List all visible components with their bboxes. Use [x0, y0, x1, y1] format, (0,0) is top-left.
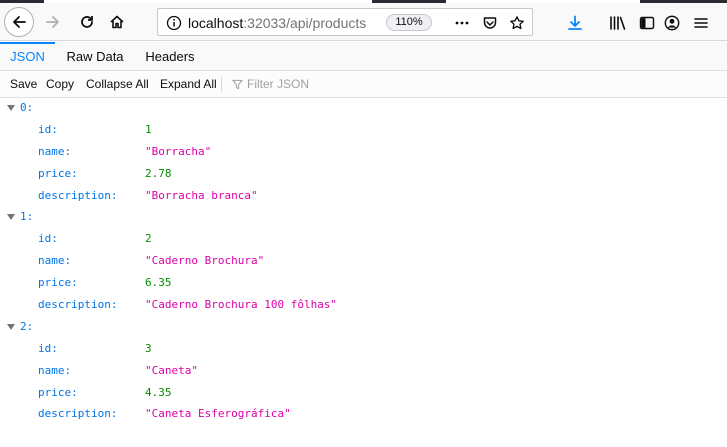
save-button[interactable]: Save	[10, 77, 37, 91]
tree-row-index[interactable]: 1:	[0, 208, 727, 230]
url-path: :32033/api/products	[243, 15, 367, 31]
value-id: 1	[145, 122, 152, 136]
array-index: 2:	[20, 319, 34, 333]
reload-button[interactable]	[72, 7, 102, 37]
back-arrow-icon	[13, 16, 26, 28]
key-description: description:	[38, 188, 118, 202]
value-id: 2	[145, 232, 152, 246]
key-name: name:	[38, 254, 72, 268]
key-price: price:	[38, 166, 78, 180]
value-name: "Caderno Brochura"	[145, 254, 265, 268]
tree-row[interactable]: price: 4.35	[0, 384, 727, 406]
json-toolbar: Save Copy Collapse All Expand All Filter…	[0, 71, 727, 98]
info-icon[interactable]	[166, 15, 182, 34]
tree-row[interactable]: description: "Borracha branca"	[0, 187, 727, 209]
url-host: localhost	[188, 15, 244, 31]
value-price: 4.35	[145, 385, 172, 399]
library-button[interactable]	[607, 12, 629, 34]
library-icon	[610, 16, 626, 30]
value-description: "Caneta Esferográfica"	[145, 407, 291, 421]
value-name: "Caneta"	[145, 363, 198, 377]
reload-icon	[81, 16, 93, 28]
key-description: description:	[38, 407, 118, 421]
filter-icon	[232, 79, 243, 89]
key-id: id:	[38, 341, 58, 355]
tab-raw-data[interactable]: Raw Data	[60, 42, 130, 71]
address-bar[interactable]: localhost:32033/api/products 110%	[157, 8, 533, 36]
key-id: id:	[38, 232, 58, 246]
tree-row-index[interactable]: 2:	[0, 318, 727, 340]
array-index: 1:	[20, 210, 34, 224]
back-button[interactable]	[4, 7, 34, 37]
tree-row[interactable]: name: "Caneta"	[0, 362, 727, 384]
zoom-indicator[interactable]: 110%	[386, 14, 432, 31]
download-icon	[568, 15, 582, 30]
key-price: price:	[38, 385, 78, 399]
twisty-icon[interactable]	[7, 323, 15, 330]
forward-arrow-icon	[46, 16, 59, 28]
home-button[interactable]	[102, 7, 132, 37]
value-description: "Caderno Brochura 100 fôlhas"	[145, 298, 338, 312]
tree-row[interactable]: price: 2.78	[0, 165, 727, 187]
value-id: 3	[145, 341, 152, 355]
tab-headers[interactable]: Headers	[138, 42, 202, 71]
key-price: price:	[38, 276, 78, 290]
pocket-icon[interactable]	[480, 13, 500, 33]
tree-row[interactable]: id: 3	[0, 340, 727, 362]
tree-row-index[interactable]: 0:	[0, 99, 727, 121]
filter-placeholder: Filter JSON	[247, 77, 310, 91]
tree-row[interactable]: description: "Caderno Brochura 100 fôlha…	[0, 296, 727, 318]
key-name: name:	[38, 144, 72, 158]
url-text[interactable]: localhost:32033/api/products	[188, 15, 366, 31]
json-viewer-tabs: JSON Raw Data Headers	[0, 42, 727, 71]
json-tree: 0: id: 1 name: "Borracha" price: 2.78 de…	[0, 99, 727, 427]
value-price: 6.35	[145, 276, 172, 290]
sidebar-icon	[639, 16, 655, 30]
download-button[interactable]	[564, 12, 586, 34]
filter-json-input[interactable]: Filter JSON	[232, 77, 309, 91]
tree-row[interactable]: name: "Caderno Brochura"	[0, 252, 727, 274]
key-id: id:	[38, 122, 58, 136]
more-dots-icon[interactable]	[452, 13, 472, 33]
copy-button[interactable]: Copy	[46, 77, 74, 91]
bookmark-star-icon[interactable]	[507, 13, 527, 33]
key-description: description:	[38, 298, 118, 312]
tree-row[interactable]: id: 1	[0, 121, 727, 143]
tree-row[interactable]: id: 2	[0, 230, 727, 252]
collapse-all-button[interactable]: Collapse All	[86, 77, 149, 91]
account-button[interactable]	[661, 12, 683, 34]
array-index: 0:	[20, 101, 34, 114]
key-name: name:	[38, 363, 72, 377]
value-description: "Borracha branca"	[145, 188, 258, 202]
navigation-toolbar: localhost:32033/api/products 110%	[0, 3, 727, 41]
expand-all-button[interactable]: Expand All	[160, 77, 217, 91]
home-icon	[110, 15, 124, 29]
forward-button[interactable]	[38, 7, 68, 37]
toolbar-divider	[221, 77, 222, 92]
twisty-icon[interactable]	[7, 105, 15, 111]
account-icon	[664, 15, 680, 31]
value-price: 2.78	[145, 166, 172, 180]
value-name: "Borracha"	[145, 144, 212, 158]
menu-icon	[694, 18, 708, 28]
sidebar-button[interactable]	[636, 12, 658, 34]
tree-row[interactable]: description: "Caneta Esferográfica"	[0, 405, 727, 427]
twisty-icon[interactable]	[7, 214, 15, 221]
tree-row[interactable]: price: 6.35	[0, 274, 727, 296]
tree-row[interactable]: name: "Borracha"	[0, 143, 727, 165]
tab-json[interactable]: JSON	[0, 42, 55, 71]
menu-button[interactable]	[690, 12, 712, 34]
